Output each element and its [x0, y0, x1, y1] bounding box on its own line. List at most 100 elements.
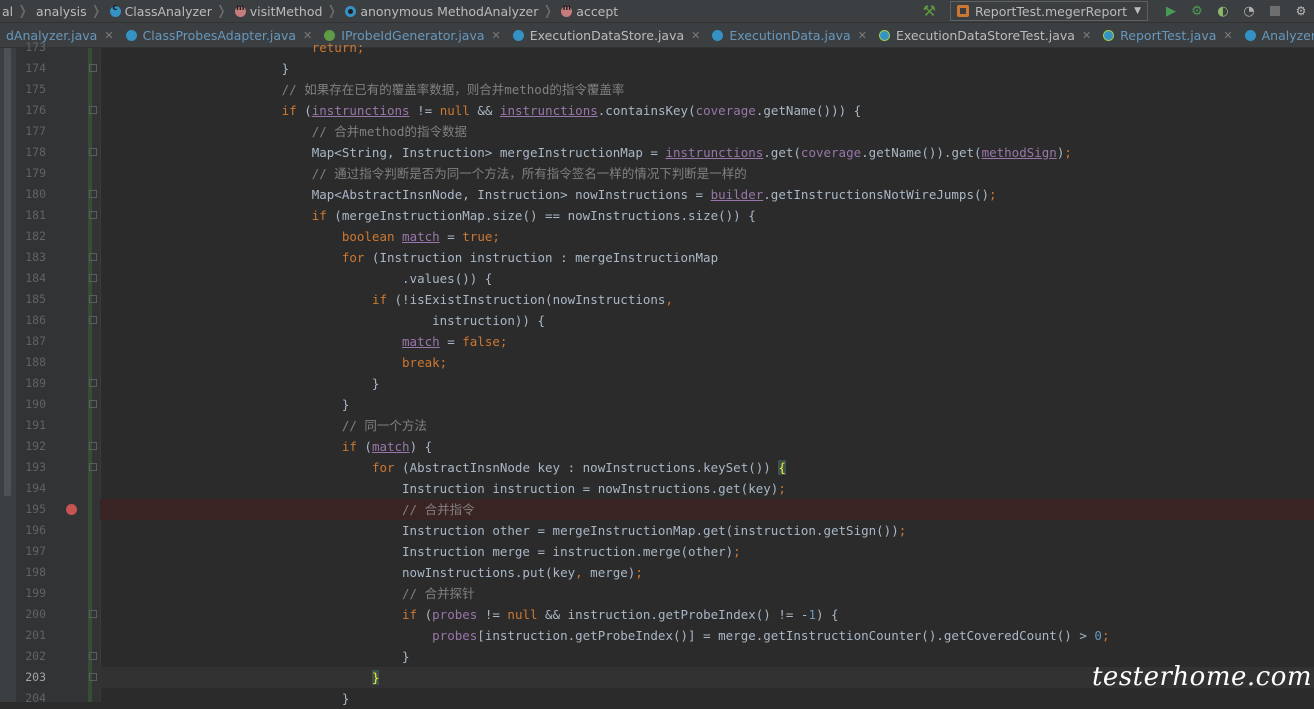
code-line[interactable]: 195 // 合并指令 [16, 499, 1314, 520]
breadcrumb-item[interactable]: accept [559, 3, 620, 19]
code-text: if (probes != null && instruction.getPro… [101, 604, 839, 625]
fold-marker-icon[interactable] [89, 64, 97, 72]
fold-marker-icon[interactable] [89, 442, 97, 450]
run-configuration-selector[interactable]: ReportTest.megerReport ▼ [949, 1, 1148, 21]
code-token: (Instruction instruction : mergeInstruct… [364, 250, 719, 265]
code-token: true; [462, 229, 500, 244]
profiler-icon[interactable]: ◔ [1240, 2, 1258, 20]
breadcrumb-item[interactable]: anonymous MethodAnalyzer ❭ [343, 4, 559, 19]
code-line[interactable]: 179 // 通过指令判断是否为同一个方法，所有指令签名一样的情况下判断是一样的 [16, 163, 1314, 184]
code-token: (mergeInstructionMap.size() == nowInstru… [326, 208, 756, 223]
breadcrumb-item[interactable]: ClassAnalyzer❭ [108, 3, 233, 19]
code-line[interactable]: 192 if (match) { [16, 436, 1314, 457]
code-line[interactable]: 173 return; [16, 37, 1314, 58]
line-number: 173 [25, 40, 46, 54]
code-token: null [507, 607, 538, 622]
fold-marker-icon[interactable] [89, 295, 97, 303]
code-line[interactable]: 178 Map<String, Instruction> mergeInstru… [16, 142, 1314, 163]
code-line[interactable]: 190 } [16, 394, 1314, 415]
code-text: if (mergeInstructionMap.size() == nowIns… [101, 205, 756, 226]
code-line[interactable]: 200 if (probes != null && instruction.ge… [16, 604, 1314, 625]
code-line[interactable]: 186 instruction)) { [16, 310, 1314, 331]
code-token: } [101, 397, 350, 412]
code-editor[interactable]: 173 return; 174 } 175 // 如果存在已有的覆盖率数据，则合并m… [0, 40, 1314, 706]
debug-bug-icon[interactable]: ⚙ [1188, 2, 1206, 20]
breadcrumb-separator-icon: ❭ [90, 3, 102, 19]
fold-marker-icon[interactable] [89, 610, 97, 618]
code-token: .containsKey( [597, 103, 696, 118]
code-line[interactable]: 196 Instruction other = mergeInstruction… [16, 520, 1314, 541]
code-text: match = false; [101, 331, 507, 352]
breadcrumb-item[interactable]: analysis ❭ [34, 4, 108, 19]
code-line[interactable]: 194 Instruction instruction = nowInstruc… [16, 478, 1314, 499]
code-text: Instruction instruction = nowInstruction… [101, 478, 786, 499]
code-text: probes[instruction.getProbeIndex()] = me… [101, 625, 1109, 646]
run-play-icon[interactable]: ▶ [1162, 2, 1180, 20]
code-line[interactable]: 198 nowInstructions.put(key, merge); [16, 562, 1314, 583]
code-line[interactable]: 183 for (Instruction instruction : merge… [16, 247, 1314, 268]
fold-marker-icon[interactable] [89, 274, 97, 282]
stop-icon[interactable] [1270, 6, 1280, 16]
code-text: instruction)) { [101, 310, 545, 331]
code-token: probes [432, 628, 478, 643]
code-token: instrunctions [665, 145, 764, 160]
code-token: .getName())) { [755, 103, 862, 118]
code-line[interactable]: 199 // 合并探针 [16, 583, 1314, 604]
code-line[interactable]: 193 for (AbstractInsnNode key : nowInstr… [16, 457, 1314, 478]
code-token: if [371, 292, 387, 307]
code-token: Instruction instruction = nowInstruction… [101, 481, 779, 496]
code-line[interactable]: 174 } [16, 58, 1314, 79]
code-line[interactable]: 191 // 同一个方法 [16, 415, 1314, 436]
code-token: // 同一个方法 [341, 418, 427, 433]
code-token: ( [417, 607, 433, 622]
code-line[interactable]: 182 boolean match = true; [16, 226, 1314, 247]
line-number: 184 [25, 271, 46, 285]
fold-marker-icon[interactable] [89, 253, 97, 261]
code-token: ) { [816, 607, 839, 622]
fold-marker-icon[interactable] [89, 400, 97, 408]
code-text: } [101, 688, 350, 709]
fold-marker-icon[interactable] [89, 673, 97, 681]
code-line[interactable]: 176 if (instrunctions != null && instrun… [16, 100, 1314, 121]
fold-marker-icon[interactable] [89, 379, 97, 387]
breakpoint-icon[interactable] [66, 504, 77, 515]
vertical-scrollbar-thumb[interactable] [4, 48, 11, 496]
code-line[interactable]: 184 .values()) { [16, 268, 1314, 289]
line-number: 177 [25, 124, 46, 138]
fold-marker-icon[interactable] [89, 211, 97, 219]
code-line[interactable]: 189 } [16, 373, 1314, 394]
code-line[interactable]: 180 Map<AbstractInsnNode, Instruction> n… [16, 184, 1314, 205]
fold-marker-icon[interactable] [89, 148, 97, 156]
code-token: break; [402, 355, 448, 370]
settings-gear-icon[interactable]: ⚙ [1292, 2, 1310, 20]
code-text: } [101, 373, 380, 394]
fold-marker-icon[interactable] [89, 652, 97, 660]
fold-marker-icon[interactable] [89, 190, 97, 198]
fold-marker-icon[interactable] [89, 316, 97, 324]
code-line[interactable]: 197 Instruction merge = instruction.merg… [16, 541, 1314, 562]
code-line[interactable]: 201 probes[instruction.getProbeIndex()] … [16, 625, 1314, 646]
code-line[interactable]: 181 if (mergeInstructionMap.size() == no… [16, 205, 1314, 226]
build-hammer-icon[interactable]: ⚒ [923, 2, 936, 20]
code-line[interactable]: 185 if (!isExistInstruction(nowInstructi… [16, 289, 1314, 310]
fold-marker-icon[interactable] [89, 106, 97, 114]
code-line[interactable]: 187 match = false; [16, 331, 1314, 352]
fold-marker-icon[interactable] [89, 463, 97, 471]
breadcrumb-separator-icon: ❭ [215, 3, 227, 19]
method-icon [234, 3, 246, 17]
code-token: (!isExistInstruction(nowInstructions [387, 292, 666, 307]
run-with-coverage-icon[interactable]: ◐ [1214, 2, 1232, 20]
code-line[interactable]: 177 // 合并method的指令数据 [16, 121, 1314, 142]
breadcrumb-item[interactable]: visitMethod❭ [233, 3, 344, 19]
code-line[interactable]: 175 // 如果存在已有的覆盖率数据，则合并method的指令覆盖率 [16, 79, 1314, 100]
breadcrumb-item[interactable]: al ❭ [0, 4, 34, 19]
breadcrumb-label: anonymous MethodAnalyzer [360, 3, 539, 19]
code-token: coverage [800, 145, 862, 160]
code-line[interactable]: 188 break; [16, 352, 1314, 373]
